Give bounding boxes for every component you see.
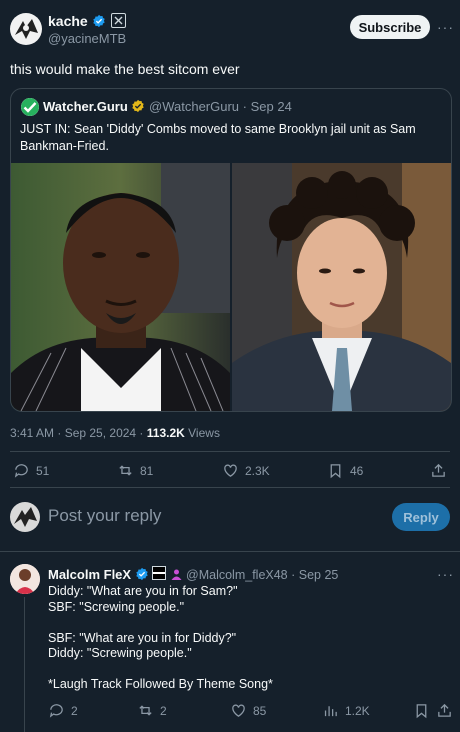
- author-handle[interactable]: @yacineMTB: [48, 31, 126, 46]
- bookmark-action[interactable]: 46: [327, 462, 363, 479]
- heart-icon: [224, 464, 237, 477]
- reply-icon: [49, 704, 63, 718]
- watcher-guru-logo-icon: [21, 98, 39, 116]
- like-action[interactable]: 2.3K: [222, 462, 270, 479]
- bookmark-icon: [330, 464, 341, 479]
- share-icon: [432, 463, 445, 477]
- reply-author-avatar[interactable]: [10, 564, 40, 594]
- author-avatar[interactable]: [10, 13, 42, 45]
- share-icon: [438, 703, 451, 717]
- gold-verified-badge-icon: [132, 99, 145, 113]
- bookmark-count: 46: [350, 463, 364, 478]
- reply-reply-action[interactable]: 2: [48, 702, 78, 719]
- reply-author-handle: @Malcolm_fleX48: [186, 568, 288, 582]
- reply-repost-action[interactable]: 2: [137, 702, 167, 719]
- reply-action[interactable]: 51: [13, 462, 49, 479]
- views-count: 113.2K: [146, 426, 185, 440]
- author-name[interactable]: kache: [48, 13, 88, 29]
- subscribe-button[interactable]: Subscribe: [350, 15, 430, 39]
- divider: [10, 451, 450, 452]
- reply-repost-count: 2: [160, 703, 167, 718]
- analytics-icon: [324, 706, 337, 717]
- reply-button[interactable]: Reply: [392, 503, 450, 531]
- repost-icon: [139, 705, 152, 716]
- reply-bookmark-action[interactable]: [413, 702, 430, 719]
- reply-header: Malcolm FleX @Malcolm_fleX48 · Sep 25: [48, 566, 338, 584]
- quote-photo-left[interactable]: [11, 163, 230, 411]
- heart-icon: [232, 704, 245, 717]
- reply-like-count: 85: [253, 703, 267, 718]
- quote-author-avatar: [21, 98, 39, 116]
- reply-text: Diddy: "What are you in for Sam?" SBF: "…: [48, 584, 273, 691]
- divider: [10, 487, 450, 488]
- person-badge-icon: [170, 568, 183, 584]
- quote-photo-right[interactable]: [232, 163, 451, 411]
- reply-share-action[interactable]: [436, 702, 453, 719]
- reply-icon: [14, 464, 28, 478]
- quote-text-line: JUST IN: Sean 'Diddy' Combs moved to sam…: [20, 122, 416, 136]
- quote-text-line: Bankman-Fried.: [20, 139, 109, 153]
- quote-text: JUST IN: Sean 'Diddy' Combs moved to sam…: [20, 121, 416, 155]
- verified-badge-icon: [135, 567, 148, 581]
- composer-avatar: [10, 502, 40, 532]
- bookmark-icon: [416, 704, 427, 719]
- quote-header: Watcher.Guru @WatcherGuru · Sep 24: [43, 99, 292, 114]
- reply-input[interactable]: Post your reply: [48, 506, 161, 526]
- reply-views-action[interactable]: 1.2K: [322, 702, 370, 719]
- reply-count: 51: [36, 463, 50, 478]
- tweet-timestamp[interactable]: 3:41 AM · Sep 25, 2024 ·: [10, 426, 147, 440]
- verified-badge-icon: [93, 14, 105, 28]
- reply-more-options-icon[interactable]: ···: [437, 566, 454, 582]
- views-label: Views: [184, 426, 220, 440]
- user-avatar-icon: [14, 507, 37, 527]
- avatar-person-icon: [10, 564, 40, 594]
- tweet-meta: 3:41 AM · Sep 25, 2024 · 113.2K Views: [10, 426, 220, 440]
- divider: [0, 551, 460, 552]
- author-name-row: kache: [48, 13, 126, 31]
- portrait-image-right: [232, 163, 451, 411]
- repost-action[interactable]: 81: [117, 462, 153, 479]
- repost-icon: [119, 465, 132, 476]
- reply-like-action[interactable]: 85: [230, 702, 266, 719]
- quote-author-name: Watcher.Guru: [43, 99, 128, 114]
- thread-line: [24, 597, 25, 732]
- more-options-icon[interactable]: ···: [437, 19, 454, 35]
- reply-reply-count: 2: [71, 703, 78, 718]
- quote-date: · Sep 24: [242, 99, 292, 114]
- repost-count: 81: [140, 463, 154, 478]
- quoted-tweet-card[interactable]: Watcher.Guru @WatcherGuru · Sep 24 JUST …: [10, 88, 452, 412]
- portrait-image-left: [11, 163, 230, 411]
- share-action[interactable]: [430, 462, 447, 479]
- like-count: 2.3K: [245, 463, 270, 478]
- tweet-text: this would make the best sitcom ever: [10, 61, 240, 77]
- avatar-figure-icon: [15, 19, 38, 39]
- reply-date: · Sep 25: [291, 568, 339, 582]
- quote-author-handle: @WatcherGuru: [149, 99, 240, 114]
- x-affiliate-icon: [110, 13, 126, 28]
- flag-badge-icon: [152, 566, 167, 580]
- reply-author-name[interactable]: Malcolm FleX: [48, 567, 131, 582]
- reply-views-count: 1.2K: [345, 703, 370, 718]
